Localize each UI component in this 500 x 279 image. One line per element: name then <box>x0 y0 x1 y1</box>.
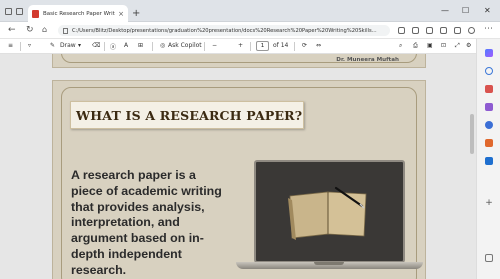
fit-page-icon[interactable]: ⇔ <box>316 42 321 49</box>
tools-icon[interactable] <box>485 103 493 111</box>
vertical-scrollbar[interactable] <box>470 114 474 154</box>
settings-more-icon[interactable]: ⋯ <box>484 24 493 34</box>
home-icon[interactable]: ⌂ <box>42 25 47 34</box>
draw-icon[interactable]: ✎ <box>50 42 55 49</box>
back-button[interactable]: ← <box>8 25 16 35</box>
zoom-out-button[interactable]: − <box>212 42 217 49</box>
split-screen-icon[interactable] <box>426 27 433 34</box>
laptop-notch <box>314 262 344 265</box>
refresh-button[interactable]: ↻ <box>26 25 34 35</box>
rotate-icon[interactable]: ⟳ <box>302 42 307 49</box>
favorite-star-icon[interactable] <box>412 27 419 34</box>
new-tab-button[interactable]: + <box>132 8 140 19</box>
current-slide: What is a Research Paper? A research pap… <box>52 80 426 279</box>
divider <box>152 42 153 51</box>
divider <box>250 42 251 51</box>
shopping-icon[interactable] <box>485 85 493 93</box>
tab-close-icon[interactable]: × <box>118 10 124 18</box>
slide-body-text: A research paper is a piece of academic … <box>71 168 222 277</box>
divider <box>294 42 295 51</box>
read-aloud-button[interactable]: A <box>124 42 128 49</box>
open-book-illustration <box>288 186 367 240</box>
page-total: of 14 <box>273 42 289 49</box>
tab-actions-icon[interactable] <box>16 8 23 15</box>
url-field[interactable]: C:/Users/Blitz/Desktop/presentations/gra… <box>58 25 390 36</box>
heading-box: What is a Research Paper? <box>70 101 304 129</box>
account-icon[interactable] <box>468 27 475 34</box>
close-window-button[interactable]: ✕ <box>484 6 491 15</box>
tab-bar: Basic Research Paper Writing Wo... × + —… <box>0 0 500 22</box>
save-icon[interactable]: ▣ <box>427 42 433 49</box>
file-icon <box>63 27 68 34</box>
minimize-button[interactable]: — <box>441 6 449 15</box>
pdf-icon <box>32 9 39 18</box>
search-icon[interactable]: ⌕ <box>399 42 402 50</box>
copilot-icon[interactable] <box>485 49 493 57</box>
address-bar: ← ↻ ⌂ C:/Users/Blitz/Desktop/presentatio… <box>0 22 500 39</box>
page-view-icon[interactable]: ⊞ <box>138 42 143 49</box>
page-number-input[interactable]: 1 <box>256 41 269 51</box>
draw-button[interactable]: Draw <box>60 42 76 49</box>
pdf-toolbar: ≡ ▿ ✎ Draw ▾ ⌫ ⓐ A ⊞ ◎ Ask Copilot − + 1… <box>0 39 476 54</box>
add-text-icon[interactable]: ⓐ <box>110 42 116 51</box>
ask-copilot-button[interactable]: Ask Copilot <box>168 42 202 49</box>
print-icon[interactable]: ⎙ <box>413 42 418 50</box>
eraser-icon[interactable]: ⌫ <box>92 42 100 49</box>
divider <box>204 42 205 51</box>
url-text: C:/Users/Blitz/Desktop/presentations/gra… <box>72 27 377 34</box>
search-icon[interactable] <box>485 67 493 75</box>
edge-sidebar: + <box>476 39 500 279</box>
divider <box>20 42 21 51</box>
slide-heading: What is a Research Paper? <box>76 107 303 123</box>
maximize-button[interactable]: ☐ <box>462 6 469 15</box>
pdf-viewer[interactable]: Dr. Muneera Muftah What is a Research Pa… <box>0 54 476 279</box>
favorites-icon[interactable] <box>440 27 447 34</box>
pin-icon[interactable]: ⚙ <box>466 42 471 49</box>
author-name: Dr. Muneera Muftah <box>336 57 399 63</box>
tab-title: Basic Research Paper Writing Wo... <box>43 10 115 17</box>
outlook-icon[interactable] <box>485 157 493 165</box>
copilot-icon[interactable]: ◎ <box>160 42 165 49</box>
draw-dropdown-icon[interactable]: ▾ <box>78 42 81 49</box>
games-icon[interactable] <box>485 121 493 129</box>
collections-icon[interactable] <box>454 27 461 34</box>
save-as-icon[interactable]: ⊡ <box>441 42 446 49</box>
profile-icon[interactable] <box>5 8 12 15</box>
laptop-screen-image <box>254 160 405 263</box>
fullscreen-icon[interactable]: ⤢ <box>455 42 460 50</box>
previous-slide: Dr. Muneera Muftah <box>52 54 426 68</box>
read-mode-icon[interactable] <box>398 27 405 34</box>
divider <box>104 42 105 51</box>
contents-menu-icon[interactable]: ≡ <box>8 42 13 49</box>
tab-active[interactable]: Basic Research Paper Writing Wo... × <box>28 5 128 22</box>
sidebar-settings-icon[interactable] <box>485 254 493 262</box>
select-icon[interactable]: ▿ <box>28 42 31 49</box>
office-icon[interactable] <box>485 139 493 147</box>
add-icon[interactable]: + <box>485 199 493 208</box>
zoom-in-button[interactable]: + <box>238 42 243 49</box>
